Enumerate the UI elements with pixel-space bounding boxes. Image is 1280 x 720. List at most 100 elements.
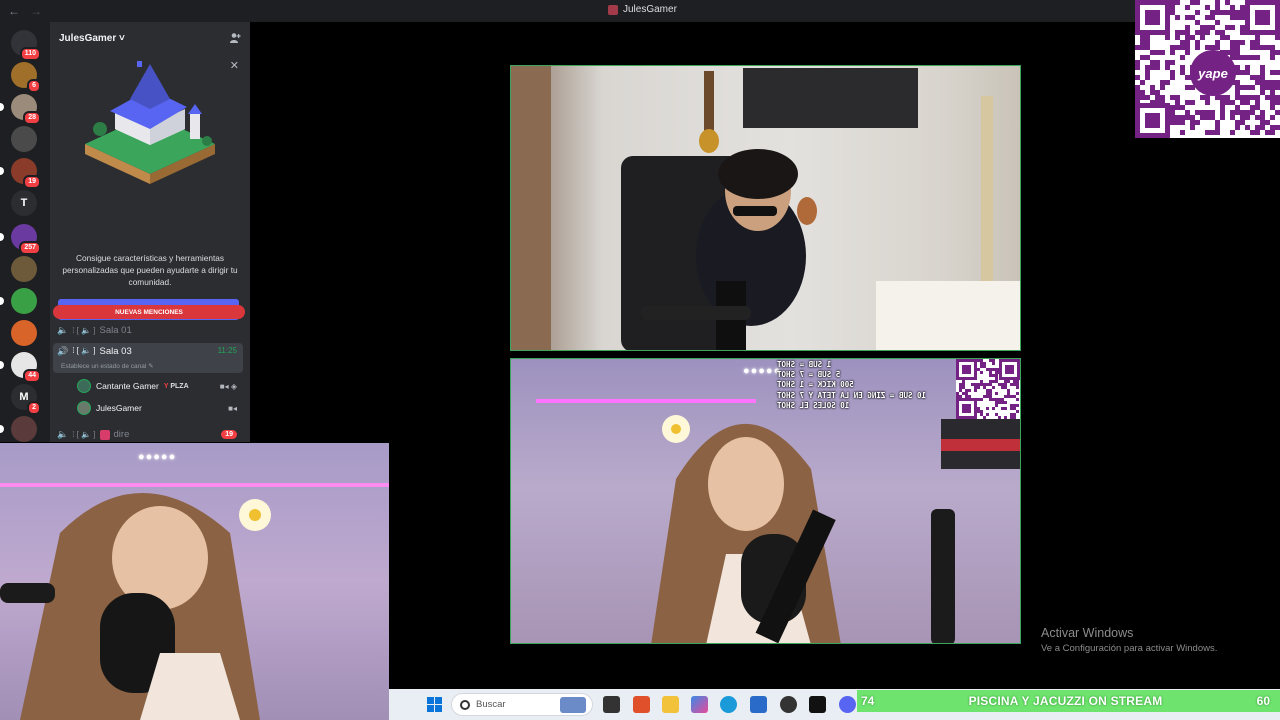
server-icon[interactable]: 44 [11,352,41,383]
activate-subtitle: Ve a Configuración para activar Windows. [1041,643,1218,654]
screen: ← → JulesGamer 110 6 28 19 T 257 44 M 2 JulesGam… [0,0,1280,720]
user-tag: Y PLZA [163,382,189,390]
unread-badge: 110 [19,47,41,61]
server-icon[interactable]: M2 [11,384,41,415]
server-icon[interactable] [11,320,37,346]
channel-flags: ⁞ [ 🔈 ] [72,326,96,335]
forward-arrow-icon[interactable]: → [28,4,44,18]
video-frame [511,66,1020,350]
server-icon[interactable]: 28 [11,94,41,125]
server-icon[interactable] [11,126,37,152]
user-name: Cantante Gamer [96,381,159,391]
unread-pill-indicator [0,297,4,305]
store-icon[interactable] [750,696,767,713]
promo-text: Consigue características y herramientas … [62,253,238,287]
voice-channel-sala-01[interactable]: 🔈 ⁞ [ 🔈 ] Sala 01 [53,322,243,339]
yape-qr-label: yape [1190,50,1236,96]
tag-icon: Y [163,382,169,390]
speaker-muted-icon: 🔈 [57,325,69,335]
unread-badge: 6 [27,79,41,93]
picture-in-picture-video[interactable]: ●●●●● [0,443,389,720]
unread-badge: 44 [23,369,41,383]
unread-pill-indicator [0,103,4,111]
edge-browser-icon[interactable] [720,696,737,713]
voice-user[interactable]: Cantante Gamer Y PLZA ■◂ ◈ [77,378,243,394]
channel-name: dire [113,429,130,440]
voice-user[interactable]: JulesGamer ■◂ [77,400,243,416]
server-boost-promo: ✕ Consigue características y herramienta… [50,54,250,329]
channel-name: Sala 03 [99,346,132,357]
invite-user-icon[interactable] [229,32,241,44]
server-icon[interactable] [11,288,37,314]
speaker-active-icon: 🔊 [57,346,69,356]
server-icon[interactable]: 6 [11,62,41,93]
camera-logo: ●●●●● [743,365,782,377]
task-view-icon[interactable] [603,696,620,713]
ticker-left-count: 74 [861,694,875,708]
overlay-line: 10 SUB = ZING EN LA TETA Y 7 SHOT [776,390,926,400]
server-icon[interactable] [11,256,37,282]
windows-taskbar: Buscar 74 PISCINA Y JACUZZI ON STREAM 60 [389,689,1280,720]
overlay-line: 5 SUB = 7 SHOT [776,370,841,380]
camera-logo: ●●●●● [138,451,177,463]
ticker-right-count: 60 [1256,694,1270,708]
server-icon[interactable]: 19 [11,158,41,189]
video-frame [536,399,1020,643]
back-arrow-icon[interactable]: ← [6,4,22,18]
channel-flags: ⁞ [ 🔈 ] [72,430,96,439]
overlay-line: 10 SOLES EL SHOT [776,400,850,410]
overlay-line: 500 KICK = 1 SHOT [776,380,854,390]
activate-windows-watermark: Activar Windows Ve a Configuración para … [1041,626,1217,654]
search-icon [460,699,470,710]
voice-channel-dire[interactable]: 🔈 ⁞ [ 🔈 ] dire 19 [53,426,243,442]
house-illustration [85,61,215,184]
server-icon[interactable] [11,416,37,442]
channel-sidebar: JulesGamer ˅ ✕ Consigue características … [50,22,250,442]
video-frame [0,483,389,720]
obs-icon[interactable] [780,696,797,713]
video-tile-jules[interactable] [510,65,1021,351]
server-icon[interactable]: 257 [11,224,41,255]
channel-timer: 11:25 [217,346,237,355]
avatar [77,401,91,415]
taskbar-search[interactable]: Buscar [451,693,593,716]
search-placeholder: Buscar [476,699,506,710]
tiktok-icon[interactable] [809,696,826,713]
camera-icon: ■◂ [228,403,237,413]
user-name: JulesGamer [96,403,142,413]
channel-status[interactable]: Establece un estado de canal ✎ [61,362,154,370]
voice-channel-sala-03[interactable]: 🔊 ⁞ [ 🔈 ] Sala 03 11:25 Establece un est… [53,343,243,373]
copilot-icon[interactable] [691,696,708,713]
qr-code-overlay [956,359,1020,419]
new-mentions-banner[interactable]: NUEVAS MENCIONES [53,305,245,319]
unread-pill-indicator [0,233,4,241]
window-title-text: JulesGamer [623,4,677,15]
video-tile-cantante[interactable]: ●●●●● 1 SUB = SHOT 5 SUB = 7 SHOT 500 KI… [510,358,1021,644]
server-icon [608,4,618,15]
discord-icon[interactable] [839,696,856,713]
server-rail: 110 6 28 19 T 257 44 M 2 [0,22,50,442]
file-explorer-icon[interactable] [662,696,679,713]
unread-badge: 28 [23,111,41,125]
channel-flags: ⁞ [ 🔈 ] [72,346,96,355]
avatar [77,379,91,393]
server-name[interactable]: JulesGamer ˅ [59,33,125,44]
server-header[interactable]: JulesGamer ˅ [50,22,250,54]
unread-badge: 257 [19,241,41,255]
brave-browser-icon[interactable] [633,696,650,713]
activate-title: Activar Windows [1041,626,1134,640]
channel-emoji-icon [99,429,110,440]
server-icon[interactable]: T [11,190,37,216]
close-icon[interactable]: ✕ [230,59,239,72]
windows-start-icon[interactable] [427,697,442,712]
overlay-line: 1 SUB = SHOT [776,360,832,369]
discord-home-icon[interactable]: 110 [11,30,41,61]
unread-pill-indicator [0,167,4,175]
unread-pill-indicator [0,361,4,369]
unread-badge: 19 [23,175,41,189]
speaker-muted-icon: 🔈 [57,429,69,439]
unread-count: 19 [221,430,237,439]
channel-name: Sala 01 [99,325,132,336]
title-bar: ← → JulesGamer [0,0,1280,22]
camera-icon: ■◂ ◈ [219,381,237,391]
